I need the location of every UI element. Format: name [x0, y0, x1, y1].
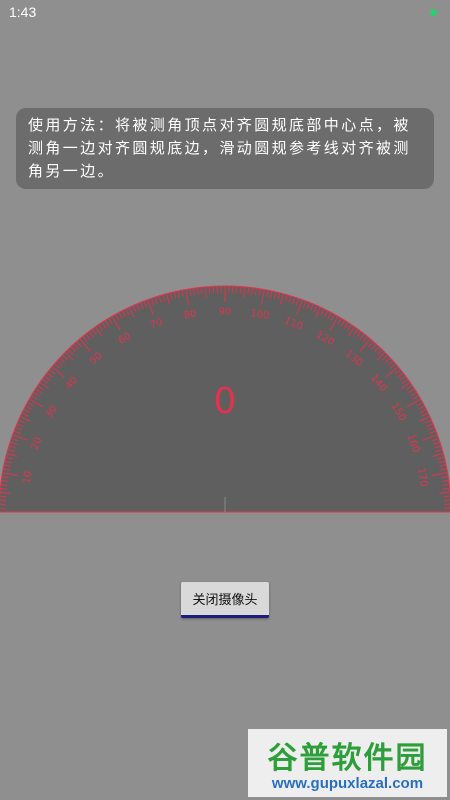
scale-label: 80	[183, 309, 197, 322]
watermark: 谷普软件园 www.gupuxlazal.com	[248, 729, 447, 797]
close-camera-button[interactable]: 关闭摄像头	[181, 582, 269, 618]
watermark-url: www.gupuxlazal.com	[271, 775, 424, 792]
scale-label: 10	[22, 470, 35, 484]
scale-label: 90	[219, 307, 232, 318]
angle-readout: 0	[214, 381, 237, 422]
protractor[interactable]: 1020304050607080 90 1001101201301401501601…	[0, 0, 450, 800]
watermark-title: 谷普软件园	[267, 741, 428, 776]
